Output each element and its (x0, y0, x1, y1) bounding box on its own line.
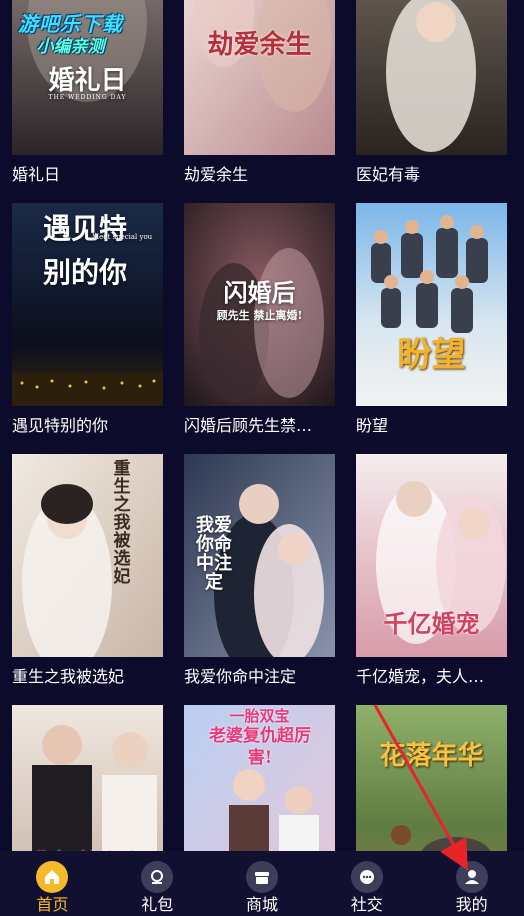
store-icon (245, 861, 278, 893)
poster-title-art: 遇见特别的你 (42, 212, 127, 289)
nav-item-home[interactable]: 首页 (0, 851, 105, 916)
nav-item-profile[interactable]: 我的 (419, 851, 524, 916)
drama-poster: 闪婚后 顾先生 禁止离婚! (184, 203, 335, 406)
drama-poster: 我爱你命中注定 (184, 454, 335, 657)
drama-title: 闪婚后顾先生禁… (184, 416, 313, 435)
drama-card[interactable]: 千亿婚宠 千亿婚宠，夫人… (356, 454, 507, 705)
drama-title: 遇见特别的你 (12, 416, 109, 435)
drama-title: 医妃有毒 (356, 165, 421, 184)
drama-card[interactable]: 闪婚后 顾先生 禁止离婚! 闪婚后顾先生禁… (184, 203, 335, 454)
bottom-navigation: 首页 礼包 商城 社交 我的 (0, 851, 524, 916)
drama-card[interactable]: 医妃有毒 (356, 0, 507, 203)
drama-title: 重生之我被选妃 (12, 667, 125, 686)
drama-card[interactable]: 遇见特别的你 Meet special you 遇见特别的你 (12, 203, 163, 454)
drama-poster: 重生之我被选妃 (12, 454, 163, 657)
drama-title: 盼望 (356, 416, 389, 435)
drama-title: 我爱你命中注定 (184, 667, 297, 686)
drama-poster: 千亿婚宠 (356, 454, 507, 657)
home-icon (36, 861, 69, 893)
drama-card[interactable]: 我爱你命中注定 我爱你命中注定 (184, 454, 335, 705)
drama-title: 婚礼日 (12, 165, 61, 184)
gift-icon (141, 861, 174, 893)
nav-item-social[interactable]: 社交 (314, 851, 419, 916)
poster-title-art: 盼望 (397, 335, 466, 375)
nav-item-gift[interactable]: 礼包 (105, 851, 210, 916)
drama-card[interactable]: 盼望 盼望 (356, 203, 507, 454)
nav-label: 社交 (350, 895, 383, 914)
drama-poster (356, 0, 507, 155)
poster-title-art: 千亿婚宠 (383, 609, 480, 638)
poster-title-art: 花落年华 (379, 741, 484, 771)
drama-title: 劫爱余生 (184, 165, 249, 184)
poster-title-art: 闪婚后 (223, 278, 296, 307)
drama-home-screen: 游吧乐下载 小编亲测 婚礼日 THE WEDDING DAY 婚礼日 劫爱余生 … (0, 0, 524, 916)
poster-title-art: 重生之我被选妃 (113, 459, 131, 587)
drama-poster: 盼望 (356, 203, 507, 406)
drama-card[interactable]: 劫爱余生 劫爱余生 (184, 0, 335, 203)
poster-subtitle: Meet special you (92, 233, 153, 241)
watermark: 游吧乐下载 小编亲测 (18, 12, 123, 58)
watermark-line1: 游吧乐下载 (18, 12, 123, 36)
poster-title-art: 婚礼日 (48, 66, 127, 96)
nav-label: 商城 (245, 895, 278, 914)
poster-title-art: 劫爱余生 (207, 30, 312, 60)
profile-icon (455, 861, 488, 893)
poster-title-art: 老婆复仇超厉害! (209, 726, 311, 768)
nav-label: 礼包 (141, 895, 174, 914)
watermark-line2: 小编亲测 (36, 37, 105, 57)
drama-grid: 婚礼日 THE WEDDING DAY 婚礼日 劫爱余生 劫爱余生 医妃有毒 遇… (12, 0, 512, 916)
drama-card[interactable]: 重生之我被选妃 重生之我被选妃 (12, 454, 163, 705)
poster-subtitle: 顾先生 禁止离婚! (216, 309, 303, 322)
drama-poster: 遇见特别的你 Meet special you (12, 203, 163, 406)
nav-item-store[interactable]: 商城 (210, 851, 315, 916)
nav-label: 我的 (455, 895, 488, 914)
poster-subtitle: THE WEDDING DAY (48, 94, 127, 101)
nav-label: 首页 (36, 895, 69, 914)
drama-title: 千亿婚宠，夫人… (356, 667, 485, 686)
chat-icon (350, 861, 383, 893)
poster-title-art: 我爱你命中注定 (196, 515, 232, 593)
poster-subtitle: 一胎双宝 (229, 707, 290, 725)
drama-poster: 劫爱余生 (184, 0, 335, 155)
